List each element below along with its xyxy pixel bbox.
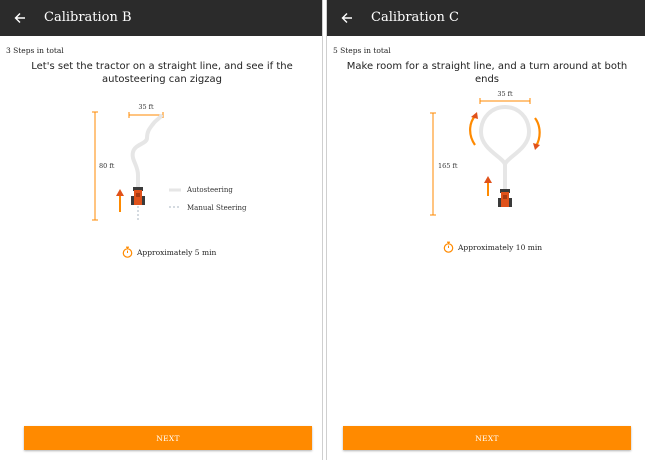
zigzag-diagram: 35 ft 80 ft Autosteering Manual Steering bbox=[92, 103, 247, 222]
width-label: 35 ft bbox=[138, 103, 154, 111]
calibration-b-screen: Calibration B 3 Steps in total Let's set… bbox=[0, 0, 322, 460]
next-button[interactable]: NEXT bbox=[343, 426, 631, 450]
stopwatch-icon bbox=[443, 241, 454, 253]
width-label: 35 ft bbox=[497, 90, 513, 98]
tractor-icon bbox=[131, 187, 145, 205]
length-label: 165 ft bbox=[438, 162, 458, 170]
duration-row: Approximately 10 min bbox=[443, 241, 542, 253]
autosteering-path bbox=[130, 114, 163, 192]
calibration-c-screen: Calibration C 5 Steps in total Make room… bbox=[327, 0, 645, 460]
turn-arrow-left-icon bbox=[469, 112, 478, 146]
turn-arrow-right-icon bbox=[533, 117, 541, 150]
duration-row: Approximately 5 min bbox=[122, 246, 216, 258]
legend-manual-label: Manual Steering bbox=[187, 204, 247, 212]
turnaround-diagram: 35 ft 165 ft bbox=[430, 90, 541, 216]
direction-arrow-icon bbox=[116, 189, 124, 212]
tractor-icon bbox=[498, 189, 512, 207]
stopwatch-icon bbox=[122, 246, 133, 258]
direction-arrow-icon bbox=[484, 176, 492, 196]
next-button[interactable]: NEXT bbox=[24, 426, 312, 450]
legend-autosteering-label: Autosteering bbox=[186, 186, 233, 194]
duration-text: Approximately 10 min bbox=[458, 242, 543, 252]
duration-text: Approximately 5 min bbox=[137, 247, 217, 257]
length-label: 80 ft bbox=[99, 162, 115, 170]
